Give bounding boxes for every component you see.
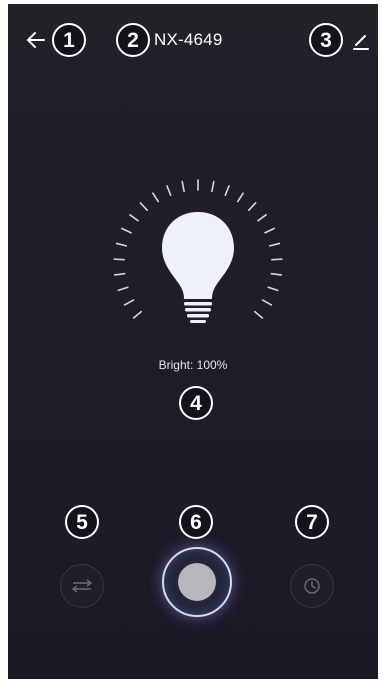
brightness-tick: [132, 310, 143, 319]
back-button[interactable]: [22, 26, 50, 54]
brightness-tick: [257, 214, 267, 222]
brightness-tick: [267, 286, 279, 292]
scene-mode-button[interactable]: [60, 564, 104, 608]
brightness-tick: [224, 185, 230, 197]
sliders-icon: [71, 579, 93, 593]
brightness-tick: [181, 180, 185, 193]
clock-icon: [304, 578, 320, 594]
bulb-brightness-dial[interactable]: [103, 172, 293, 342]
brightness-dial-svg: [113, 179, 283, 323]
brightness-tick: [247, 202, 257, 211]
top-bar: 1 2 NX-4649 3: [8, 4, 378, 74]
brightness-tick: [139, 202, 149, 211]
brightness-tick: [261, 299, 273, 306]
marker-7: 7: [295, 505, 329, 539]
brightness-tick: [166, 185, 172, 197]
power-toggle-button[interactable]: [162, 547, 232, 617]
lamp-control-screen: 1 2 NX-4649 3 Bright: 100% 4 5 6 7: [8, 4, 378, 679]
brightness-tick: [152, 192, 160, 203]
marker-3: 3: [309, 23, 343, 57]
marker-4: 4: [179, 386, 213, 420]
brightness-tick: [129, 214, 139, 222]
brightness-tick: [236, 192, 244, 203]
marker-1: 1: [52, 23, 86, 57]
marker-6: 6: [179, 505, 213, 539]
timer-button[interactable]: [290, 564, 334, 608]
brightness-tick: [115, 242, 128, 247]
brightness-tick: [113, 258, 125, 261]
brightness-tick: [268, 242, 281, 247]
back-arrow-icon: [27, 32, 45, 48]
brightness-tick: [117, 286, 129, 292]
pencil-edit-icon: [353, 35, 369, 50]
brightness-tick: [264, 227, 275, 234]
edit-name-button[interactable]: [348, 28, 374, 54]
brightness-tick: [123, 299, 135, 306]
power-knob-icon: [178, 563, 216, 601]
brightness-tick: [253, 310, 264, 319]
marker-2: 2: [116, 23, 150, 57]
brightness-tick: [270, 272, 283, 276]
brightness-tick: [211, 180, 215, 193]
device-name-title: NX-4649: [154, 30, 223, 49]
brightness-tick: [113, 272, 126, 276]
brightness-tick: [271, 258, 283, 261]
marker-5: 5: [65, 505, 99, 539]
brightness-label: Bright: 100%: [158, 358, 228, 372]
brightness-tick: [121, 227, 132, 234]
light-bulb-icon: [162, 212, 234, 323]
